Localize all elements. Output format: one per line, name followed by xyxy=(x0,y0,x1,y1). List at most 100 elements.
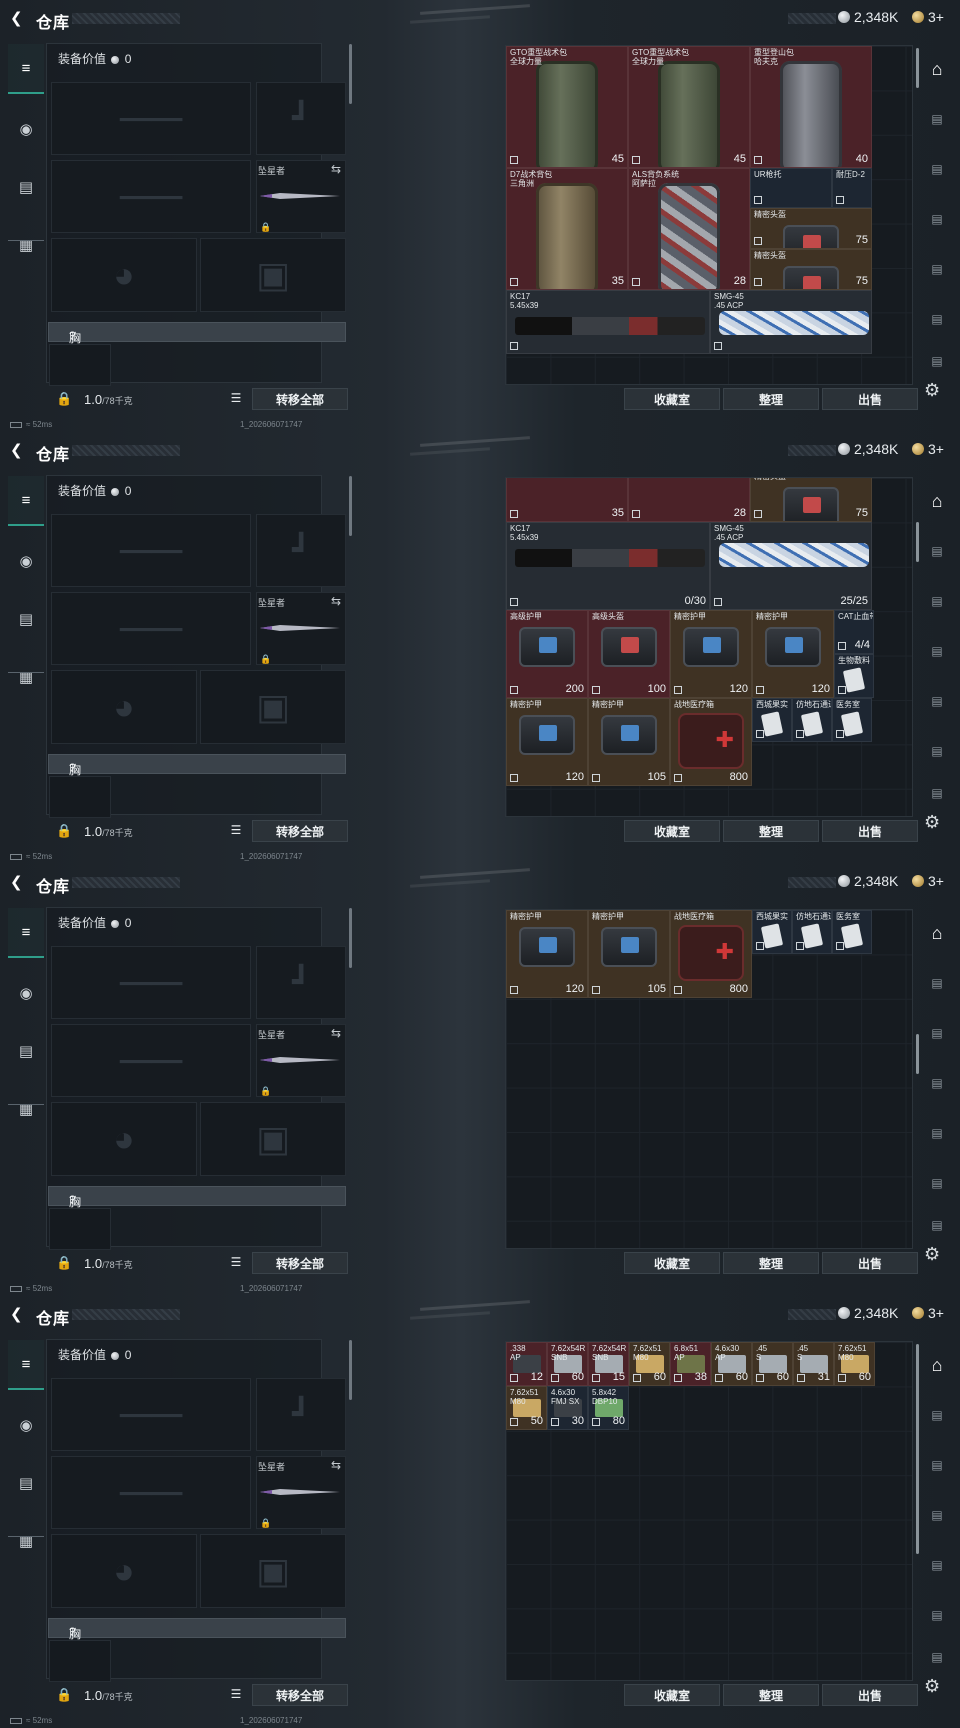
collection-room-button[interactable]: 收藏室 xyxy=(624,820,720,842)
sidebar-item-weapons[interactable]: ≡ xyxy=(8,44,44,94)
nav-category-5-icon[interactable]: ▤ xyxy=(924,738,950,764)
pistol-slot[interactable]: ┛ xyxy=(256,82,346,155)
sidebar-item-weapons[interactable]: ≡ xyxy=(8,1340,44,1390)
nav-category-3-icon[interactable]: ▤ xyxy=(924,638,950,664)
nav-category-4-icon[interactable]: ▤ xyxy=(924,1552,950,1578)
chest-rig-slot[interactable] xyxy=(49,1208,111,1250)
stash-item[interactable]: 精密护甲 105 xyxy=(588,698,670,786)
list-icon[interactable]: ☰ xyxy=(228,391,244,407)
sidebar-item-gear[interactable]: ▤ xyxy=(8,1026,44,1076)
gear-icon[interactable]: ⚙ xyxy=(924,1244,940,1265)
stash-item[interactable]: 6.8x51 AP 38 xyxy=(670,1342,711,1386)
stash-item[interactable]: CAT止血带 4/4 xyxy=(834,610,874,654)
loadout-scrollbar[interactable] xyxy=(349,1340,352,1400)
nav-all-icon[interactable]: ⌂ xyxy=(924,56,950,82)
transfer-all-button[interactable]: 转移全部 xyxy=(252,388,348,410)
stash-item[interactable]: 精密护甲 120 xyxy=(506,910,588,998)
stash-item[interactable]: 精密护甲 120 xyxy=(752,610,834,698)
silver-currency[interactable]: 2,348K xyxy=(838,873,898,889)
stash-item[interactable]: 精密护甲 105 xyxy=(588,910,670,998)
primary-weapon-slot[interactable]: ── xyxy=(51,1378,251,1451)
stash-item[interactable]: 西城果实 xyxy=(752,698,792,742)
stash-item[interactable]: 仿地石通道 xyxy=(792,910,832,954)
helmet-slot[interactable]: ◕ xyxy=(51,670,197,744)
silver-currency[interactable]: 2,348K xyxy=(838,9,898,25)
nav-category-5-icon[interactable]: ▤ xyxy=(924,306,950,332)
stash-item[interactable]: KC17 5.45x39 xyxy=(506,290,710,354)
list-icon[interactable]: ☰ xyxy=(228,1687,244,1703)
sidebar-item-bag[interactable]: ▦ xyxy=(8,652,44,702)
stash-item[interactable]: 医务室 xyxy=(832,910,872,954)
stash-item[interactable]: 28 xyxy=(628,478,750,522)
chest-rig-header[interactable]: 胸挂 ? xyxy=(48,1186,346,1226)
swap-icon[interactable]: ⇆ xyxy=(331,594,341,608)
stash-item[interactable]: 7.62x51 M80 60 xyxy=(629,1342,670,1386)
sidebar-item-armor[interactable]: ◉ xyxy=(8,536,44,586)
stash-item[interactable]: 高级头盔 100 xyxy=(588,610,670,698)
chest-rig-header[interactable]: 胸挂 ? xyxy=(48,754,346,794)
gold-currency[interactable]: 3+ xyxy=(912,9,944,25)
chest-rig-header[interactable]: 胸挂 ? xyxy=(48,1618,346,1658)
nav-category-5-icon[interactable]: ▤ xyxy=(924,1602,950,1628)
nav-all-icon[interactable]: ⌂ xyxy=(924,1352,950,1378)
stash-scrollbar[interactable] xyxy=(916,1034,919,1074)
body-armor-slot[interactable]: ▣ xyxy=(200,1102,346,1176)
stash-item[interactable]: 7.62x54R SNB 60 xyxy=(547,1342,588,1386)
stash-item[interactable]: 7.62x51 M80 60 xyxy=(834,1342,875,1386)
stash-item[interactable]: 耐压D-2 xyxy=(832,168,872,208)
stash-item[interactable]: 精密护甲 120 xyxy=(506,698,588,786)
stash-item[interactable]: D7战术背包 三角洲 35 xyxy=(506,168,628,290)
secondary-weapon-slot[interactable]: ── xyxy=(51,160,251,233)
swap-icon[interactable]: ⇆ xyxy=(331,1026,341,1040)
gold-currency[interactable]: 3+ xyxy=(912,441,944,457)
gear-icon[interactable]: ⚙ xyxy=(924,1676,940,1697)
loadout-scrollbar[interactable] xyxy=(349,44,352,104)
chest-rig-slot[interactable] xyxy=(49,344,111,386)
stash-item[interactable]: 西城果实 xyxy=(752,910,792,954)
gold-currency[interactable]: 3+ xyxy=(912,1305,944,1321)
stash-item[interactable]: 生物敷料 xyxy=(834,654,874,698)
transfer-all-button[interactable]: 转移全部 xyxy=(252,1684,348,1706)
gold-currency[interactable]: 3+ xyxy=(912,873,944,889)
stash-item[interactable]: .45 S 60 xyxy=(752,1342,793,1386)
stash-item[interactable]: 精密头盔 75 xyxy=(750,478,872,522)
loadout-scrollbar[interactable] xyxy=(349,476,352,536)
nav-category-1-icon[interactable]: ▤ xyxy=(924,1402,950,1428)
organize-button[interactable]: 整理 xyxy=(723,388,819,410)
nav-category-6-icon[interactable]: ▤ xyxy=(924,1212,950,1238)
stash-item[interactable]: 精密护甲 120 xyxy=(670,610,752,698)
stash-item[interactable]: 医务室 xyxy=(832,698,872,742)
sidebar-item-gear[interactable]: ▤ xyxy=(8,162,44,212)
nav-category-2-icon[interactable]: ▤ xyxy=(924,588,950,614)
back-arrow-icon[interactable]: ❮ xyxy=(10,875,26,891)
stash-scrollbar[interactable] xyxy=(916,1344,919,1554)
gear-icon[interactable]: ⚙ xyxy=(924,380,940,401)
transfer-all-button[interactable]: 转移全部 xyxy=(252,820,348,842)
stash-item[interactable]: 重型登山包 哈夫克 40 xyxy=(750,46,872,168)
chest-rig-slot[interactable] xyxy=(49,776,111,818)
gear-icon[interactable]: ⚙ xyxy=(924,812,940,833)
stash-item[interactable]: GTO重型战术包 全球力量 45 xyxy=(506,46,628,168)
stash-item[interactable]: GTO重型战术包 全球力量 45 xyxy=(628,46,750,168)
stash-item[interactable]: 7.62x51 M80 50 xyxy=(506,1386,547,1430)
stash-item[interactable]: SMG-45 .45 ACP xyxy=(710,290,872,354)
nav-category-4-icon[interactable]: ▤ xyxy=(924,688,950,714)
collection-room-button[interactable]: 收藏室 xyxy=(624,1684,720,1706)
nav-all-icon[interactable]: ⌂ xyxy=(924,488,950,514)
body-armor-slot[interactable]: ▣ xyxy=(200,1534,346,1608)
nav-category-4-icon[interactable]: ▤ xyxy=(924,256,950,282)
stash-item[interactable]: 35 xyxy=(506,478,628,522)
stash-item[interactable]: 7.62x54R SNB 15 xyxy=(588,1342,629,1386)
sidebar-item-armor[interactable]: ◉ xyxy=(8,968,44,1018)
primary-weapon-slot[interactable]: ── xyxy=(51,946,251,1019)
nav-category-2-icon[interactable]: ▤ xyxy=(924,156,950,182)
organize-button[interactable]: 整理 xyxy=(723,820,819,842)
sell-button[interactable]: 出售 xyxy=(822,1684,918,1706)
stash-item[interactable]: 4.6x30 FMJ SX 30 xyxy=(547,1386,588,1430)
sidebar-item-armor[interactable]: ◉ xyxy=(8,1400,44,1450)
collection-room-button[interactable]: 收藏室 xyxy=(624,388,720,410)
nav-category-6-icon[interactable]: ▤ xyxy=(924,780,950,806)
nav-category-2-icon[interactable]: ▤ xyxy=(924,1452,950,1478)
sell-button[interactable]: 出售 xyxy=(822,820,918,842)
chest-rig-slot[interactable] xyxy=(49,1640,111,1682)
